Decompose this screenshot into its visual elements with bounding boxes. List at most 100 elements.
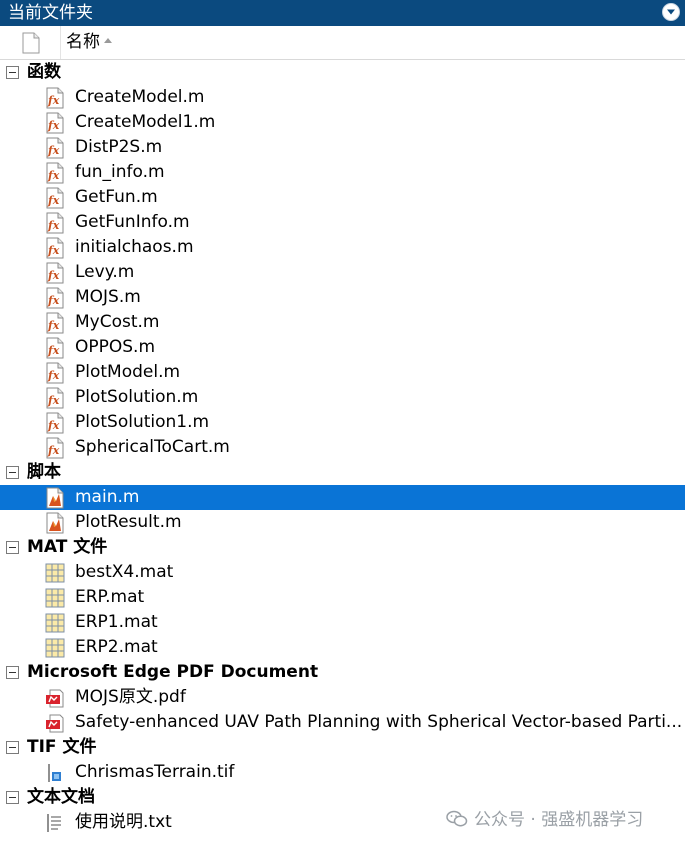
file-row[interactable]: ERP2.mat — [0, 635, 685, 660]
script-file-icon — [46, 512, 64, 534]
group-label: 文本文档 — [27, 787, 95, 807]
svg-text:fx: fx — [47, 319, 60, 332]
function-file-icon: fx — [46, 137, 64, 159]
file-row[interactable]: fx initialchaos.m — [0, 235, 685, 260]
mat-file-icon — [45, 588, 65, 608]
column-header: 名称 — [0, 26, 685, 60]
group-header-functions[interactable]: 函数 — [0, 60, 685, 85]
file-tree: 函数 fx CreateModel.m fx CreateModel1.m fx DistP… — [0, 60, 685, 835]
svg-text:fx: fx — [47, 394, 60, 407]
function-file-icon: fx — [46, 87, 64, 109]
collapse-toggle-icon[interactable] — [6, 466, 19, 479]
file-row[interactable]: fx SphericalToCart.m — [0, 435, 685, 460]
function-file-icon: fx — [46, 212, 64, 234]
file-name: PlotSolution.m — [75, 387, 199, 407]
svg-text:fx: fx — [47, 294, 60, 307]
mat-file-icon — [45, 638, 65, 658]
group-label: TIF 文件 — [27, 737, 97, 757]
collapse-toggle-icon[interactable] — [6, 666, 19, 679]
collapse-toggle-icon[interactable] — [6, 541, 19, 554]
file-name: DistP2S.m — [75, 137, 163, 157]
file-name: Safety-enhanced UAV Path Planning with S… — [75, 712, 683, 732]
chevron-down-icon — [667, 9, 675, 15]
function-file-icon: fx — [46, 287, 64, 309]
mat-file-icon — [45, 563, 65, 583]
panel-title: 当前文件夹 — [8, 3, 93, 23]
file-name: CreateModel1.m — [75, 112, 216, 132]
file-name: Levy.m — [75, 262, 135, 282]
file-name: initialchaos.m — [75, 237, 194, 257]
svg-text:fx: fx — [47, 219, 60, 232]
file-row[interactable]: fx GetFunInfo.m — [0, 210, 685, 235]
file-row[interactable]: Safety-enhanced UAV Path Planning with S… — [0, 710, 685, 735]
collapse-toggle-icon[interactable] — [6, 741, 19, 754]
pdf-file-icon — [46, 689, 64, 708]
file-name: ERP.mat — [75, 587, 145, 607]
text-file-icon — [47, 814, 61, 832]
function-file-icon: fx — [46, 312, 64, 334]
file-name: MyCost.m — [75, 312, 160, 332]
svg-text:fx: fx — [47, 344, 60, 357]
file-row[interactable]: fx fun_info.m — [0, 160, 685, 185]
svg-text:fx: fx — [47, 144, 60, 157]
file-name: PlotModel.m — [75, 362, 181, 382]
group-label: 脚本 — [27, 462, 61, 482]
file-name: SphericalToCart.m — [75, 437, 230, 457]
file-row[interactable]: ERP.mat — [0, 585, 685, 610]
pdf-file-icon — [46, 714, 64, 733]
file-row[interactable]: ChrismasTerrain.tif — [0, 760, 685, 785]
file-row[interactable]: fx MyCost.m — [0, 310, 685, 335]
file-name: ERP2.mat — [75, 637, 158, 657]
file-row[interactable]: fx PlotSolution.m — [0, 385, 685, 410]
file-row[interactable]: main.m — [0, 485, 685, 510]
file-name: 使用说明.txt — [75, 812, 172, 832]
svg-text:fx: fx — [47, 119, 60, 132]
panel-menu-button[interactable] — [662, 3, 680, 21]
file-row[interactable]: fx PlotSolution1.m — [0, 410, 685, 435]
svg-text:fx: fx — [47, 444, 60, 457]
file-row[interactable]: fx Levy.m — [0, 260, 685, 285]
function-file-icon: fx — [46, 387, 64, 409]
watermark-text: 公众号 · 强盛机器学习 — [474, 810, 644, 830]
svg-text:fx: fx — [47, 419, 60, 432]
group-header-tif[interactable]: TIF 文件 — [0, 735, 685, 760]
file-row[interactable]: fx CreateModel.m — [0, 85, 685, 110]
file-row[interactable]: MOJS原文.pdf — [0, 685, 685, 710]
function-file-icon: fx — [46, 337, 64, 359]
file-name: CreateModel.m — [75, 87, 205, 107]
file-name: GetFunInfo.m — [75, 212, 190, 232]
file-row[interactable]: fx MOJS.m — [0, 285, 685, 310]
function-file-icon: fx — [46, 412, 64, 434]
file-name: MOJS原文.pdf — [75, 687, 186, 707]
panel-title-bar: 当前文件夹 — [0, 0, 685, 26]
collapse-toggle-icon[interactable] — [6, 66, 19, 79]
file-name: bestX4.mat — [75, 562, 174, 582]
name-column-header[interactable]: 名称 — [66, 26, 112, 59]
file-row[interactable]: fx OPPOS.m — [0, 335, 685, 360]
file-name: PlotResult.m — [75, 512, 182, 532]
svg-text:fx: fx — [47, 369, 60, 382]
type-column-header[interactable] — [0, 26, 61, 59]
file-name: ERP1.mat — [75, 612, 158, 632]
mat-file-icon — [45, 613, 65, 633]
function-file-icon: fx — [46, 187, 64, 209]
file-row[interactable]: PlotResult.m — [0, 510, 685, 535]
file-name: GetFun.m — [75, 187, 158, 207]
file-row[interactable]: fx DistP2S.m — [0, 135, 685, 160]
file-row[interactable]: ERP1.mat — [0, 610, 685, 635]
file-name: fun_info.m — [75, 162, 165, 182]
file-row[interactable]: bestX4.mat — [0, 560, 685, 585]
file-name: OPPOS.m — [75, 337, 156, 357]
file-name: ChrismasTerrain.tif — [75, 762, 235, 782]
wechat-icon — [446, 810, 468, 827]
collapse-toggle-icon[interactable] — [6, 791, 19, 804]
group-header-scripts[interactable]: 脚本 — [0, 460, 685, 485]
group-header-mat[interactable]: MAT 文件 — [0, 535, 685, 560]
file-row[interactable]: fx GetFun.m — [0, 185, 685, 210]
svg-text:fx: fx — [47, 169, 60, 182]
function-file-icon: fx — [46, 262, 64, 284]
group-label: 函数 — [27, 62, 61, 82]
file-row[interactable]: fx CreateModel1.m — [0, 110, 685, 135]
group-header-pdf[interactable]: Microsoft Edge PDF Document — [0, 660, 685, 685]
file-row[interactable]: fx PlotModel.m — [0, 360, 685, 385]
